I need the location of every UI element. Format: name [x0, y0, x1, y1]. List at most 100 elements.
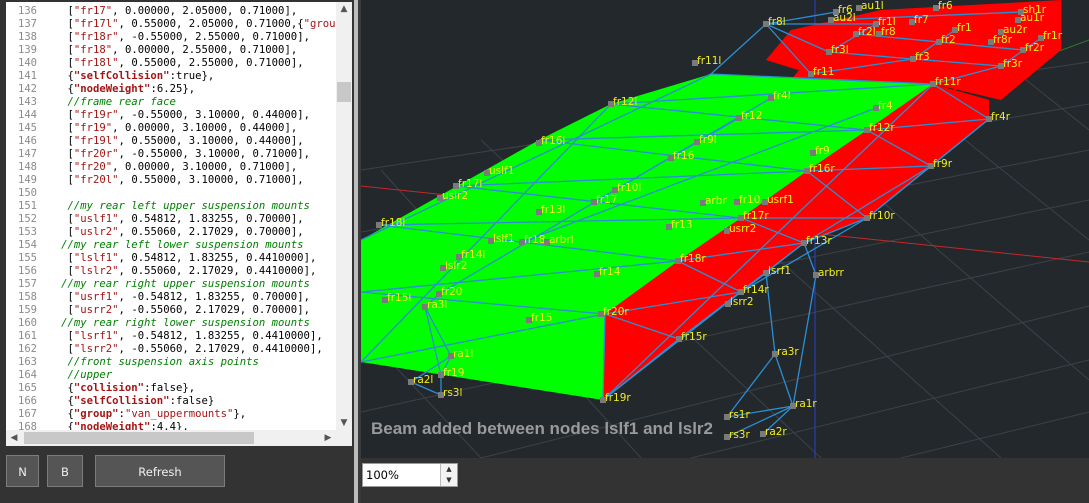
node-label: fr15l	[387, 292, 411, 304]
node-label: rs3l	[443, 387, 462, 399]
line-number: 141	[18, 70, 37, 82]
node-label: ra1r	[795, 398, 817, 410]
node-label: fr10l	[617, 182, 641, 194]
code-line: //upper	[42, 369, 113, 381]
line-number: 138	[18, 31, 37, 43]
spin-down-icon[interactable]: ▼	[441, 475, 457, 486]
scroll-down-icon[interactable]: ▼	[336, 416, 352, 430]
horizontal-scrollbar[interactable]: ◀ ▶	[6, 430, 336, 446]
code-line: ["fr18", 0.00000, 2.55000, 0.71000],	[42, 44, 298, 56]
zoom-spin-buttons[interactable]: ▲ ▼	[440, 464, 457, 486]
node-label: arbr	[705, 195, 727, 207]
code-panel: 136 137 138 139 140 141 142 143 144 145 146 147 148 1…	[0, 0, 354, 503]
code-line: {"nodeWeight":4.4},	[42, 421, 189, 430]
line-number: 165	[18, 382, 37, 394]
node-label: fr8r	[993, 34, 1013, 46]
viewport-toolbar: ▲ ▼	[361, 458, 1089, 503]
line-number: 145	[18, 122, 37, 134]
node-label: fr9	[815, 145, 830, 157]
panel-splitter[interactable]	[354, 0, 358, 503]
code-line: //my rear right lower suspension mounts	[42, 317, 310, 329]
node-label: fr13r	[806, 235, 832, 247]
horizontal-scroll-thumb[interactable]	[24, 432, 254, 444]
node-label: fr16l	[541, 135, 565, 147]
code-line: ["lslr2", 0.55060, 2.17029, 0.4410000],	[42, 265, 317, 277]
node-label: fr9r	[933, 158, 953, 170]
line-number: 155	[18, 252, 37, 264]
line-number: 149	[18, 174, 37, 186]
zoom-spinbox[interactable]: ▲ ▼	[362, 463, 458, 487]
code-line: ["fr19", 0.00000, 3.10000, 0.44000],	[42, 122, 298, 134]
code-line: ["lsrf1", -0.54812, 1.83255, 0.4410000],	[42, 330, 323, 342]
n-button[interactable]: N	[6, 455, 39, 487]
line-number: 146	[18, 135, 37, 147]
jbeam-editor-window: 136 137 138 139 140 141 142 143 144 145 146 147 148 1…	[0, 0, 1089, 503]
code-line: ["fr20", 0.00000, 3.10000, 0.71000],	[42, 161, 298, 173]
node-label: fr18	[524, 234, 545, 246]
node-label: uslr2	[442, 190, 468, 202]
node-label: fr11	[813, 66, 834, 78]
node-label: usrr2	[729, 223, 756, 235]
node-label: fr19r	[605, 392, 631, 404]
node-label: ra3l	[427, 299, 447, 311]
node-label: fr1	[957, 22, 972, 34]
node-label: usrf1	[767, 194, 794, 206]
code-line: ["uslf1", 0.54812, 1.83255, 0.70000],	[42, 213, 304, 225]
node-label: au2l	[833, 12, 856, 24]
code-line: ["fr17l", 0.55000, 2.05000, 0.71000,{"gr…	[42, 18, 337, 30]
node-label: fr2r	[1025, 42, 1045, 54]
line-number: 137	[18, 18, 37, 30]
line-number: 164	[18, 369, 37, 381]
code-line: ["fr20l", 0.55000, 3.10000, 0.71000],	[42, 174, 304, 186]
node-label: fr16	[673, 150, 695, 162]
node-label: fr7	[914, 14, 929, 26]
node-label: fr17l	[458, 178, 482, 190]
vertical-scrollbar[interactable]: ▲ ▼	[336, 2, 352, 430]
code-line: ["fr20r", -0.55000, 3.10000, 0.71000],	[42, 148, 310, 160]
node-label: fr4r	[991, 111, 1011, 123]
b-button[interactable]: B	[47, 455, 83, 487]
scroll-left-icon[interactable]: ◀	[6, 430, 22, 446]
code-line: ["usrf1", -0.54812, 1.83255, 0.70000],	[42, 291, 310, 303]
node-label: lslf1	[493, 233, 515, 245]
node-label: fr13l	[541, 204, 565, 216]
node-label: fr3r	[1003, 58, 1023, 70]
code-editor[interactable]: 136 137 138 139 140 141 142 143 144 145 146 147 148 1…	[6, 2, 336, 430]
code-line: ["fr19r", -0.55000, 3.10000, 0.44000],	[42, 109, 310, 121]
node-label: lsrr2	[730, 296, 754, 308]
node-label: ra1l	[453, 348, 473, 360]
node-label: fr20r	[603, 306, 629, 318]
node-label: fr12	[741, 110, 762, 122]
code-line: ["uslr2", 0.55060, 2.17029, 0.70000],	[42, 226, 304, 238]
node-label: fr11r	[935, 76, 961, 88]
node-label: au1r	[1020, 12, 1045, 24]
spin-up-icon[interactable]: ▲	[441, 464, 457, 475]
node-label: lsrf1	[768, 265, 791, 277]
line-number: 162	[18, 343, 37, 355]
refresh-button[interactable]: Refresh	[95, 455, 225, 487]
jbeam-scene[interactable]: fr8lfr6 fr6au1lau2l fr1lfr2l fr8fr7fr1sh1ra…	[361, 0, 1089, 458]
node-label: fr6	[938, 0, 953, 12]
line-number: 166	[18, 395, 37, 407]
line-number: 154	[18, 239, 37, 251]
code-line: ["fr17", 0.00000, 2.05000, 0.71000],	[42, 5, 298, 17]
node-label: fr15	[531, 312, 552, 324]
vertical-scroll-thumb[interactable]	[337, 82, 351, 102]
zoom-input[interactable]	[363, 464, 441, 486]
line-number: 136	[18, 5, 37, 17]
node-label: fr4	[878, 100, 893, 112]
node-label: rs1r	[729, 409, 750, 421]
node-label: fr18l	[381, 217, 405, 229]
scroll-up-icon[interactable]: ▲	[336, 2, 352, 16]
node-label: fr2l	[858, 26, 876, 38]
3d-viewport[interactable]: fr8l fr6 fr6 au1l au2l fr1l fr2l fr8 fr7 fr1 sh1r a…	[361, 0, 1089, 458]
code-line: ["fr18l", 0.55000, 2.55000, 0.71000],	[42, 57, 304, 69]
node-label: fr4l	[773, 90, 791, 102]
line-number: 140	[18, 57, 37, 69]
code-line: ["usrr2", -0.55060, 2.17029, 0.70000],	[42, 304, 310, 316]
scroll-right-icon[interactable]: ▶	[320, 430, 336, 446]
node-label: arbrl	[549, 234, 574, 246]
line-number: 144	[18, 109, 37, 121]
status-message: Beam added between nodes lslf1 and lslr2	[371, 419, 713, 438]
node-label: fr20	[441, 286, 462, 298]
